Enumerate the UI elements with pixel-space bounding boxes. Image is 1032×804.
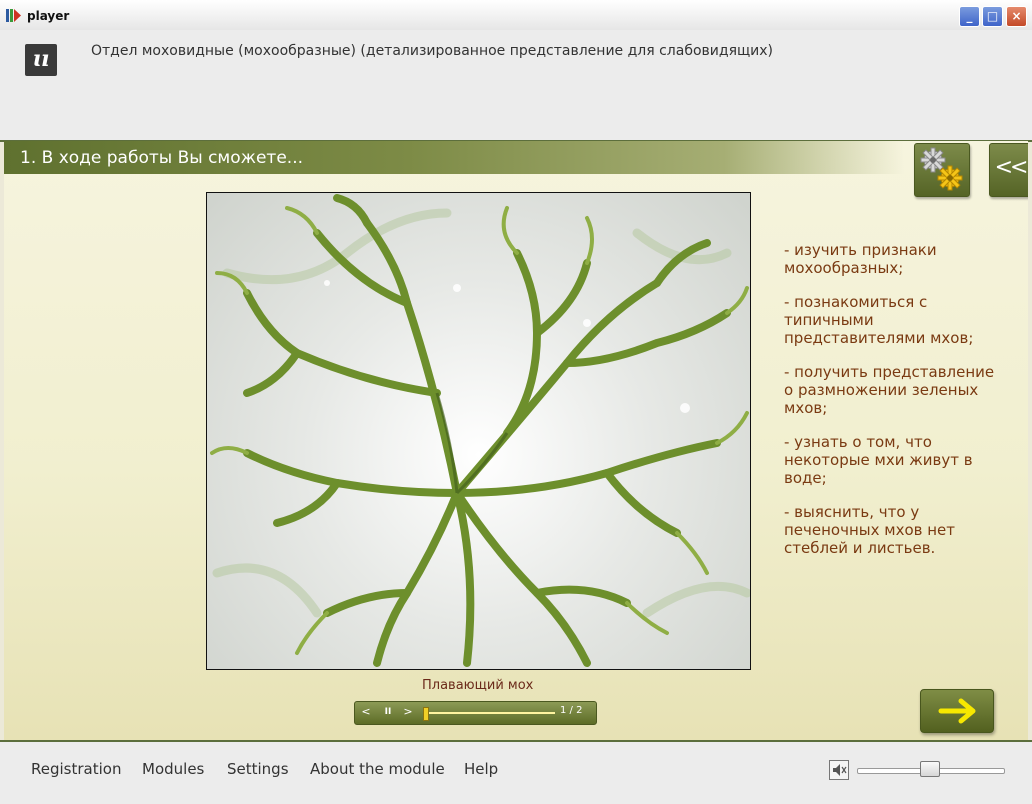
- footer-bar: Registration Modules Settings About the …: [0, 740, 1032, 804]
- gears-icon: [920, 147, 963, 191]
- objective-item: - познакомиться с типичными представител…: [784, 293, 974, 347]
- next-icon[interactable]: >: [401, 704, 415, 720]
- next-page-button[interactable]: [920, 689, 994, 733]
- section-title: 1. В ходе работы Вы сможете...: [20, 148, 303, 168]
- menu-settings[interactable]: Settings: [227, 760, 289, 778]
- progress-handle[interactable]: [423, 707, 429, 721]
- arrow-right-icon: [938, 698, 976, 724]
- section-bar: 1. В ходе работы Вы сможете...: [4, 141, 904, 174]
- window-title: player: [27, 9, 70, 23]
- menu-about-module[interactable]: About the module: [310, 760, 445, 778]
- module-header: ɩı Отдел моховидные (мохообразные) (дета…: [0, 30, 1032, 142]
- menu-modules[interactable]: Modules: [142, 760, 204, 778]
- maximize-button[interactable]: □: [982, 6, 1003, 27]
- photo-caption: Плавающий мох: [422, 678, 534, 693]
- menu-registration[interactable]: Registration: [31, 760, 121, 778]
- minimize-icon: _: [966, 9, 973, 23]
- moss-photo: [206, 192, 751, 670]
- menu-help[interactable]: Help: [464, 760, 498, 778]
- module-title: Отдел моховидные (мохообразные) (детализ…: [91, 43, 774, 59]
- objective-item: - выяснить, что у печеночных мхов нет ст…: [784, 503, 956, 557]
- objective-item: - получить представление о размножении з…: [784, 363, 995, 417]
- app-icon: [6, 9, 22, 22]
- objective-item: - изучить признаки мохообразных;: [784, 241, 937, 277]
- slide-counter: 1 / 2: [560, 705, 583, 716]
- logo: ɩı: [25, 44, 57, 76]
- moss-illustration: [210, 194, 750, 667]
- objectives-list: - изучить признаки мохообразных; - позна…: [784, 241, 999, 573]
- maximize-icon: □: [986, 9, 999, 23]
- lesson-content: 1. В ходе работы Вы сможете... << Плаваю…: [4, 141, 1028, 740]
- settings-button[interactable]: [914, 143, 970, 197]
- window-titlebar: player _ □ ×: [0, 0, 1032, 31]
- previous-icon[interactable]: <: [359, 704, 373, 720]
- minimize-button[interactable]: _: [959, 6, 980, 27]
- objective-item: - узнать о том, что некоторые мхи живут …: [784, 433, 973, 487]
- collapse-panel-button[interactable]: <<: [989, 143, 1028, 197]
- double-chevron-left-icon: <<: [994, 155, 1028, 180]
- close-button[interactable]: ×: [1006, 6, 1027, 27]
- progress-track[interactable]: [425, 712, 555, 714]
- media-player-bar: < II > 1 / 2: [354, 701, 597, 725]
- speaker-icon[interactable]: [829, 760, 849, 780]
- close-icon: ×: [1011, 9, 1022, 23]
- pause-icon[interactable]: II: [381, 704, 395, 720]
- volume-slider-handle[interactable]: [920, 761, 940, 777]
